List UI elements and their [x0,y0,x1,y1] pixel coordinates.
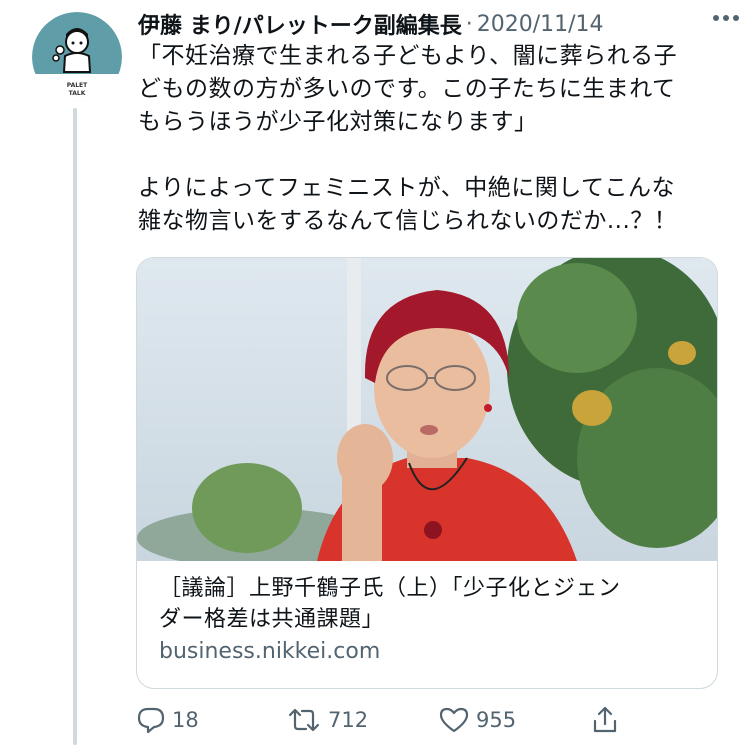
separator-dot: · [465,11,473,37]
like-count: 955 [476,708,517,732]
tweet-date[interactable]: 2020/11/14 [477,12,604,37]
tweet-text-line: どもの数の方が多いのです。この子たちに生まれて [138,76,676,102]
tweet-text-line: 「不妊治療で生まれる子どもより、闇に葬られる子 [138,43,678,69]
tweet-text-line: よりによってフェミニストが、中絶に関してこんな [138,175,676,201]
more-icon [713,15,739,21]
card-domain: business.nikkei.com [159,639,381,664]
thread-line [73,108,77,745]
like-icon [439,707,469,733]
card-title-line: ダー格差は共通課題」 [159,607,385,632]
tweet-text: 「不妊治療で生まれる子どもより、闇に葬られる子 どもの数の方が多いのです。この子… [138,40,728,238]
reply-icon [137,707,165,734]
card-title-line: ［議論］上野千鶴子氏（上）「少子化とジェン [159,576,621,601]
tweet-header: 伊藤 まり/パレットーク副編集長 · 2020/11/14 [138,6,730,42]
tweet-text-line: 雑な物言いをするなんて信じられないのだか...？！ [138,208,678,234]
tweet-text-line: もらうほうが少子化対策になります」 [138,109,538,135]
retweet-icon [288,708,320,732]
card-image [137,258,717,561]
reply-button[interactable]: 18 [136,700,199,740]
svg-text:PALET: PALET [67,82,88,89]
retweet-count: 712 [328,708,369,732]
reply-count: 18 [172,708,199,732]
avatar[interactable]: PALET TALK [32,12,122,102]
author-name[interactable]: 伊藤 まり/パレットーク副編集長 [138,8,462,40]
share-button[interactable] [591,700,619,740]
svg-text:TALK: TALK [69,90,86,97]
like-button[interactable]: 955 [438,700,516,740]
card-title: ［議論］上野千鶴子氏（上）「少子化とジェン ダー格差は共通課題」 [159,573,695,635]
link-card[interactable]: ［議論］上野千鶴子氏（上）「少子化とジェン ダー格差は共通課題」 busines… [136,257,718,689]
share-icon [593,706,617,733]
retweet-button[interactable]: 712 [286,700,368,740]
more-button[interactable] [706,2,746,34]
tweet-actions: 18 712 955 [136,700,636,740]
